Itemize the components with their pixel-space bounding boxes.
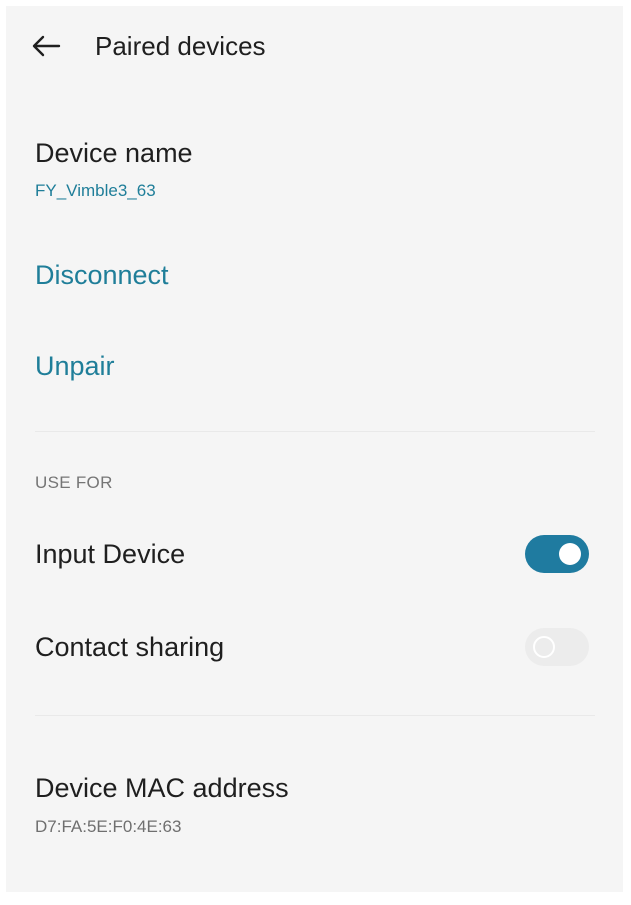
contact-sharing-row[interactable]: Contact sharing: [6, 612, 623, 682]
page-title: Paired devices: [95, 31, 266, 61]
arrow-left-icon: [31, 34, 61, 58]
divider: [35, 431, 595, 432]
mac-address-label: Device MAC address: [35, 773, 289, 803]
device-name-label: Device name: [35, 138, 193, 168]
contact-sharing-label: Contact sharing: [35, 632, 225, 662]
input-device-toggle[interactable]: [525, 535, 589, 573]
mac-address-value: D7:FA:5E:F0:4E:63: [35, 817, 182, 836]
app-bar: Paired devices: [6, 6, 623, 86]
paired-device-details-screen: Paired devices Device name FY_Vimble3_63…: [6, 6, 623, 892]
divider: [35, 715, 595, 716]
use-for-section-header: USE FOR: [35, 473, 113, 492]
input-device-label: Input Device: [35, 539, 186, 569]
mac-address-row: Device MAC address D7:FA:5E:F0:4E:63: [6, 761, 623, 851]
unpair-button[interactable]: Unpair: [35, 349, 115, 383]
contact-sharing-toggle[interactable]: [525, 628, 589, 666]
toggle-knob: [559, 543, 581, 565]
toggle-knob: [533, 636, 555, 658]
back-button[interactable]: [24, 26, 68, 66]
device-name-row[interactable]: Device name FY_Vimble3_63: [6, 126, 623, 216]
disconnect-button[interactable]: Disconnect: [35, 258, 169, 292]
device-name-value: FY_Vimble3_63: [35, 181, 156, 200]
input-device-row[interactable]: Input Device: [6, 519, 623, 589]
